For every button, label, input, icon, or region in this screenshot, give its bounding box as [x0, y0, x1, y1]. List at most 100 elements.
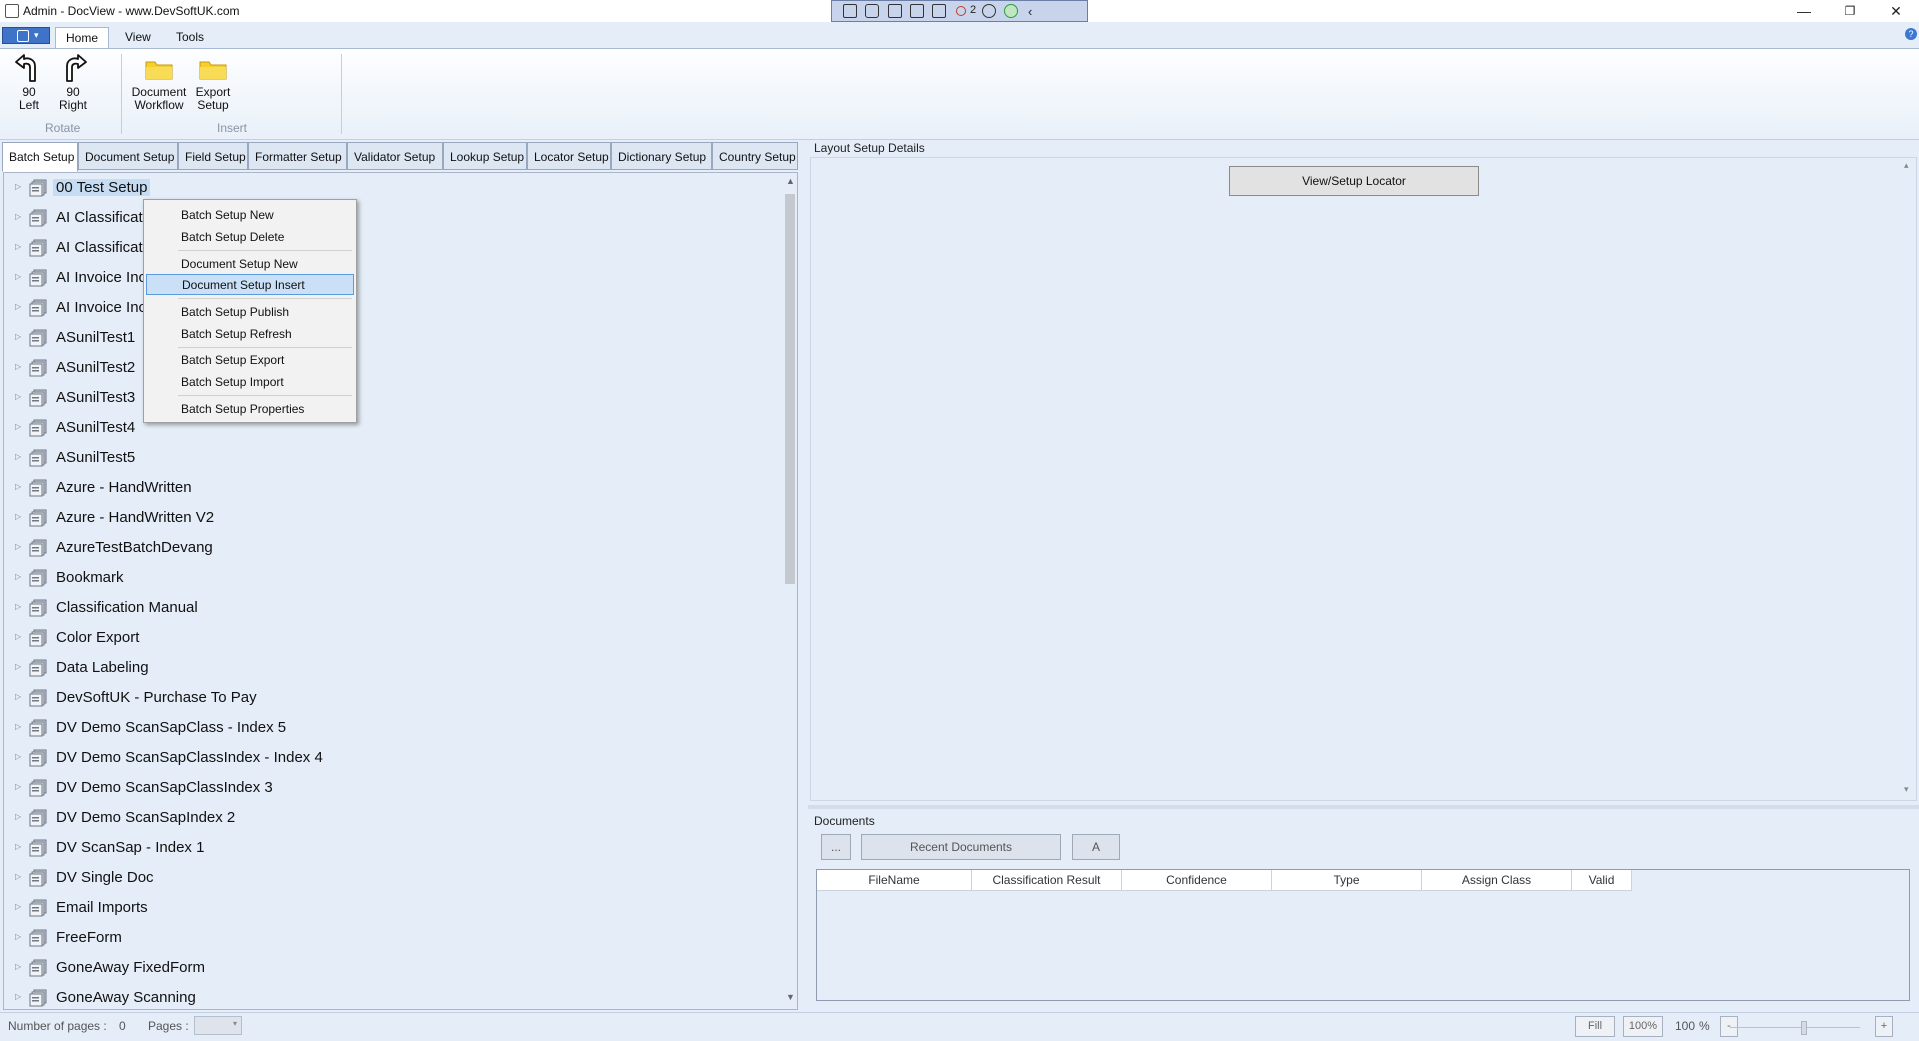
tree-node[interactable]: ▷ AI Invoice Inc	[4, 295, 784, 321]
column-classification-result[interactable]: Classification Result	[972, 870, 1122, 890]
help-icon[interactable]: ?	[1905, 28, 1917, 40]
application-menu-button[interactable]: ▾	[2, 27, 50, 44]
scroll-up-icon[interactable]: ▲	[786, 176, 795, 186]
zoom-slider-track[interactable]	[1730, 1027, 1860, 1028]
expand-arrow-icon[interactable]: ▷	[15, 452, 21, 461]
expand-arrow-icon[interactable]: ▷	[15, 812, 21, 821]
expand-arrow-icon[interactable]: ▷	[15, 602, 21, 611]
export-setup-button[interactable]: Export Setup	[191, 52, 235, 112]
tab-document-setup[interactable]: Document Setup	[78, 142, 178, 170]
scroll-down-icon[interactable]: ▾	[1904, 784, 1909, 795]
tree-node[interactable]: ▷ GoneAway FixedForm	[4, 955, 784, 981]
tree-node[interactable]: ▷ FreeForm	[4, 925, 784, 951]
expand-arrow-icon[interactable]: ▷	[15, 572, 21, 581]
expand-arrow-icon[interactable]: ▷	[15, 272, 21, 281]
menu-item-batch-setup-import[interactable]: Batch Setup Import	[146, 372, 354, 393]
rotate-right-button[interactable]: 90 Right	[51, 52, 95, 112]
panel-splitter[interactable]	[808, 805, 1919, 809]
expand-arrow-icon[interactable]: ▷	[15, 332, 21, 341]
zoom-100-button[interactable]: 100%	[1623, 1016, 1663, 1037]
tree-node[interactable]: ▷ Azure - HandWritten	[4, 475, 784, 501]
expand-arrow-icon[interactable]: ▷	[15, 482, 21, 491]
expand-arrow-icon[interactable]: ▷	[15, 392, 21, 401]
column-valid[interactable]: Valid	[1572, 870, 1632, 890]
scroll-up-icon[interactable]: ▴	[1904, 160, 1909, 171]
tree-node[interactable]: ▷ DV Demo ScanSapClassIndex - Index 4	[4, 745, 784, 771]
scroll-down-icon[interactable]: ▼	[786, 992, 795, 1002]
tree-node[interactable]: ▷ DV Demo ScanSapIndex 2	[4, 805, 784, 831]
expand-arrow-icon[interactable]: ▷	[15, 962, 21, 971]
region-select-icon[interactable]	[910, 4, 924, 18]
menu-item-batch-setup-new[interactable]: Batch Setup New	[146, 205, 354, 226]
menu-item-document-setup-new[interactable]: Document Setup New	[146, 254, 354, 275]
menu-item-batch-setup-refresh[interactable]: Batch Setup Refresh	[146, 324, 354, 345]
tree-node[interactable]: ▷ AI Classificati	[4, 235, 784, 261]
menu-item-document-setup-insert[interactable]: Document Setup Insert	[146, 274, 354, 295]
tree-node[interactable]: ▷ ASunilTest1	[4, 325, 784, 351]
rotate-left-button[interactable]: 90 Left	[7, 52, 51, 112]
recent-documents-button[interactable]: Recent Documents	[861, 834, 1061, 860]
minimize-button[interactable]: —	[1781, 0, 1827, 22]
tree-node[interactable]: ▷ DevSoftUK - Purchase To Pay	[4, 685, 784, 711]
zoom-in-button[interactable]: +	[1875, 1016, 1893, 1037]
expand-arrow-icon[interactable]: ▷	[15, 242, 21, 251]
expand-arrow-icon[interactable]: ▷	[15, 422, 21, 431]
expand-arrow-icon[interactable]: ▷	[15, 542, 21, 551]
layout-scrollbar[interactable]: ▴ ▾	[1904, 160, 1914, 796]
expand-arrow-icon[interactable]: ▷	[15, 902, 21, 911]
expand-arrow-icon[interactable]: ▷	[15, 302, 21, 311]
tab-field-setup[interactable]: Field Setup	[178, 142, 248, 170]
column-confidence[interactable]: Confidence	[1122, 870, 1272, 890]
tree-node[interactable]: ▷ AzureTestBatchDevang	[4, 535, 784, 561]
tab-batch-setup[interactable]: Batch Setup	[2, 142, 78, 172]
expand-arrow-icon[interactable]: ▷	[15, 362, 21, 371]
ribbon-tab-home[interactable]: Home	[55, 27, 110, 48]
expand-arrow-icon[interactable]: ▷	[15, 872, 21, 881]
fill-button[interactable]: Fill	[1575, 1016, 1615, 1037]
close-button[interactable]: ✕	[1873, 0, 1919, 22]
expand-arrow-icon[interactable]: ▷	[15, 182, 21, 191]
column-filename[interactable]: FileName	[817, 870, 972, 890]
ribbon-tab-view[interactable]: View	[115, 27, 161, 48]
browse-button[interactable]: ...	[821, 834, 851, 860]
tree-node[interactable]: ▷ Bookmark	[4, 565, 784, 591]
tree-node[interactable]: ▷ Data Labeling	[4, 655, 784, 681]
collapse-chevron-icon[interactable]: ‹	[1028, 4, 1032, 19]
tree-node[interactable]: ▷ Azure - HandWritten V2	[4, 505, 784, 531]
tree-node[interactable]: ▷ ASunilTest2	[4, 355, 784, 381]
tree-node[interactable]: ▷ ASunilTest3	[4, 385, 784, 411]
menu-item-batch-setup-publish[interactable]: Batch Setup Publish	[146, 302, 354, 323]
tree-node[interactable]: ▷ ASunilTest5	[4, 445, 784, 471]
tab-country-setup[interactable]: Country Setup	[712, 142, 798, 170]
ribbon-tab-tools[interactable]: Tools	[166, 27, 214, 48]
video-camera-icon[interactable]	[865, 4, 879, 18]
expand-arrow-icon[interactable]: ▷	[15, 662, 21, 671]
zoom-slider-thumb[interactable]	[1801, 1021, 1807, 1035]
scrollbar-thumb[interactable]	[785, 194, 795, 584]
tab-validator-setup[interactable]: Validator Setup	[347, 142, 443, 170]
column-assign-class[interactable]: Assign Class	[1422, 870, 1572, 890]
expand-arrow-icon[interactable]: ▷	[15, 212, 21, 221]
expand-arrow-icon[interactable]: ▷	[15, 632, 21, 641]
expand-arrow-icon[interactable]: ▷	[15, 932, 21, 941]
tree-node[interactable]: ▷ DV Demo ScanSapClass - Index 5	[4, 715, 784, 741]
tree-node[interactable]: ▷ ASunilTest4	[4, 415, 784, 441]
tree-node[interactable]: ▷ Color Export	[4, 625, 784, 651]
expand-arrow-icon[interactable]: ▷	[15, 692, 21, 701]
screen-capture-icon[interactable]	[843, 4, 857, 18]
tree-node[interactable]: ▷ Email Imports	[4, 895, 784, 921]
tree-node[interactable]: ▷ DV Demo ScanSapClassIndex 3	[4, 775, 784, 801]
check-icon[interactable]	[1004, 4, 1018, 18]
pages-dropdown[interactable]: ▾	[194, 1016, 242, 1035]
view-setup-locator-button[interactable]: View/Setup Locator	[1229, 166, 1479, 196]
menu-item-batch-setup-properties[interactable]: Batch Setup Properties	[146, 399, 354, 420]
tree-node[interactable]: ▷ AI Classificati	[4, 205, 784, 231]
tree-node[interactable]: ▷ DV Single Doc	[4, 865, 784, 891]
record-icon[interactable]	[956, 6, 966, 16]
document-workflow-button[interactable]: Document Workflow	[130, 52, 188, 112]
expand-arrow-icon[interactable]: ▷	[15, 992, 21, 1001]
accessibility-icon[interactable]	[982, 4, 996, 18]
window-capture-icon[interactable]	[932, 4, 946, 18]
expand-arrow-icon[interactable]: ▷	[15, 752, 21, 761]
column-type[interactable]: Type	[1272, 870, 1422, 890]
